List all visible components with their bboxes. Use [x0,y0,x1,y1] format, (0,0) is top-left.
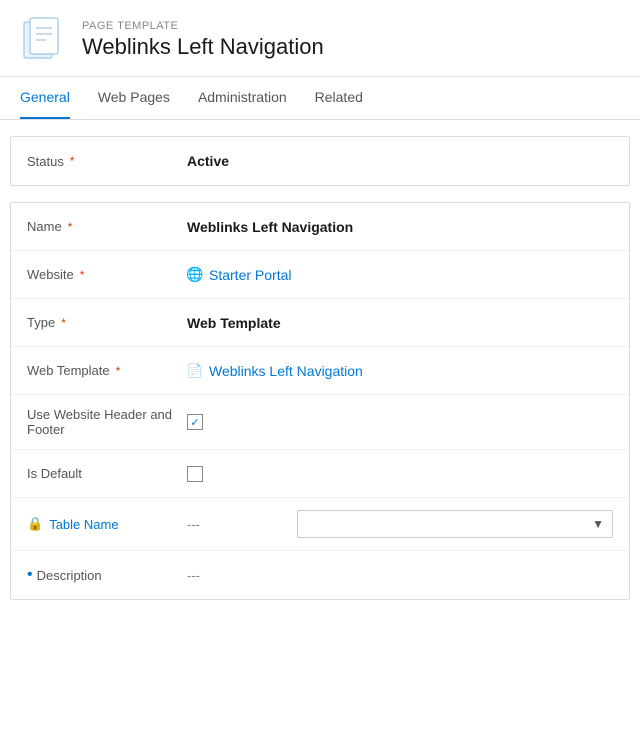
web-template-row: Web Template * 📄 Weblinks Left Navigatio… [11,347,629,395]
status-value: Active [187,153,613,169]
status-card: Status * Active [10,136,630,186]
tab-related[interactable]: Related [315,77,363,119]
dropdown-arrow-icon: ▼ [592,517,604,531]
use-website-header-footer-row: Use Website Header and Footer [11,395,629,450]
website-required-star: * [80,268,85,282]
page-template-icon [20,16,68,64]
globe-icon: 🌐 [187,267,203,283]
name-row: Name * Weblinks Left Navigation [11,203,629,251]
website-row: Website * 🌐 Starter Portal [11,251,629,299]
tab-general[interactable]: General [20,77,70,119]
table-name-row: 🔒 Table Name --- ▼ [11,498,629,551]
status-required-star: * [70,154,75,168]
lock-icon: 🔒 [27,516,43,532]
status-row: Status * Active [11,137,629,185]
is-default-checkbox-wrapper[interactable] [187,466,613,482]
table-name-label: 🔒 Table Name [27,516,187,532]
type-label: Type * [27,315,187,330]
type-value: Web Template [187,315,613,331]
description-value: --- [187,568,200,583]
name-required-star: * [68,220,73,234]
document-icon: 📄 [187,363,203,379]
header-label: PAGE TEMPLATE [82,20,324,32]
header-title: Weblinks Left Navigation [82,34,324,60]
description-required-dot: • [27,567,33,583]
type-required-star: * [61,316,66,330]
tab-administration[interactable]: Administration [198,77,287,119]
use-website-header-footer-label: Use Website Header and Footer [27,407,187,437]
page-header: PAGE TEMPLATE Weblinks Left Navigation [0,0,640,77]
use-website-header-footer-checkbox[interactable] [187,414,203,430]
web-template-required-star: * [116,364,121,378]
is-default-checkbox[interactable] [187,466,203,482]
tabs-bar: General Web Pages Administration Related [0,77,640,120]
use-website-header-footer-checkbox-wrapper[interactable] [187,414,613,430]
details-card: Name * Weblinks Left Navigation Website … [10,202,630,600]
is-default-row: Is Default [11,450,629,498]
type-row: Type * Web Template [11,299,629,347]
website-label: Website * [27,267,187,282]
web-template-value[interactable]: 📄 Weblinks Left Navigation [187,363,613,379]
web-template-label: Web Template * [27,363,187,378]
is-default-value [187,466,613,482]
status-label: Status * [27,154,187,169]
name-label: Name * [27,219,187,234]
is-default-label: Is Default [27,466,187,481]
description-row: • Description --- [11,551,629,599]
header-text-group: PAGE TEMPLATE Weblinks Left Navigation [82,20,324,60]
name-value: Weblinks Left Navigation [187,219,613,235]
table-name-dropdown[interactable]: ▼ [297,510,613,538]
website-value[interactable]: 🌐 Starter Portal [187,267,613,283]
description-label: • Description [27,567,187,583]
tab-web-pages[interactable]: Web Pages [98,77,170,119]
use-website-header-footer-value [187,414,613,430]
table-name-dash: --- [187,517,297,532]
